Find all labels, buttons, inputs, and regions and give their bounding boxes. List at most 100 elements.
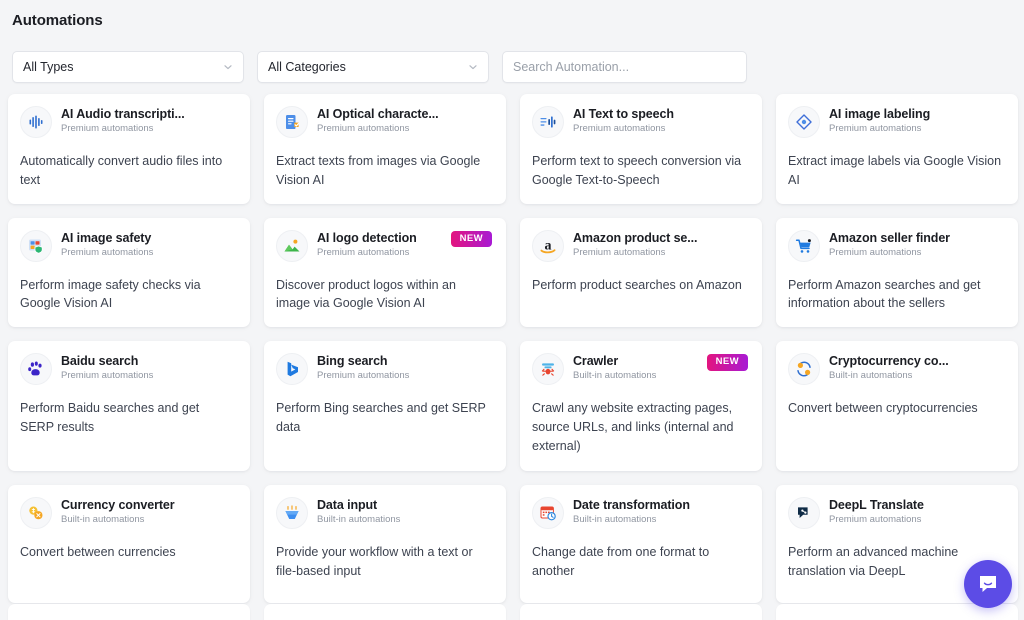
card-header-text: AI logo detection Premium automations	[317, 230, 442, 259]
calendar-clock-icon	[532, 497, 564, 529]
automation-card[interactable]: AI logo detection Premium automations NEW D…	[264, 217, 506, 327]
card-header-text: Date transformation Built-in automations	[573, 497, 748, 526]
card-header: Bing search Premium automations	[276, 353, 492, 385]
automation-card[interactable]: a Amazon product se... Premium automations…	[520, 217, 762, 327]
card-header-text: Baidu search Premium automations	[61, 353, 236, 382]
card-description: Perform Baidu searches and get SERP resu…	[20, 401, 200, 434]
crawler-spider-icon	[532, 353, 564, 385]
type-filter-label: All Types	[23, 59, 74, 74]
card-header-text: AI Audio transcripti... Premium automatio…	[61, 106, 236, 135]
intercom-chat-icon	[976, 572, 1000, 596]
automation-card[interactable]: Date transformation Built-in automations C…	[520, 485, 762, 603]
next-row-preview	[8, 604, 1018, 620]
card-title: AI logo detection	[317, 230, 417, 245]
automation-card[interactable]	[520, 604, 762, 620]
card-subtitle: Premium automations	[573, 246, 666, 258]
category-filter-label: All Categories	[268, 59, 346, 74]
card-title: Currency converter	[61, 498, 175, 512]
text-to-speech-icon	[532, 106, 564, 138]
card-description: Crawl any website extracting pages, sour…	[532, 401, 734, 453]
card-subtitle: Premium automations	[317, 246, 410, 258]
card-subtitle: Built-in automations	[573, 370, 657, 382]
automation-card[interactable]	[264, 604, 506, 620]
card-title: AI image labeling	[829, 107, 931, 121]
card-header-text: Currency converter Built-in automations	[61, 497, 236, 526]
card-header-text: AI image labeling Premium automations	[829, 106, 1004, 135]
automation-card[interactable]: Crawler Built-in automations NEW Crawl any …	[520, 341, 762, 471]
document-scan-icon	[276, 106, 308, 138]
chevron-down-icon	[467, 61, 479, 73]
search-box[interactable]	[502, 51, 747, 83]
card-subtitle: Premium automations	[61, 123, 154, 135]
automation-card[interactable]: Bing search Premium automations Perform Bi…	[264, 341, 506, 471]
card-title: Crawler	[573, 354, 619, 368]
card-description: Perform Amazon searches and get informat…	[788, 277, 981, 311]
card-description: Perform Bing searches and get SERP data	[276, 401, 486, 434]
card-description: Perform text to speech conversion via Go…	[532, 154, 742, 187]
search-input[interactable]	[513, 60, 736, 74]
automation-card[interactable]: Baidu search Premium automations Perform B…	[8, 341, 250, 471]
automation-card[interactable]: AI Optical characte... Premium automation…	[264, 94, 506, 204]
card-header: Currency converter Built-in automations	[20, 497, 236, 529]
baidu-paw-icon	[20, 353, 52, 385]
deepl-icon	[788, 497, 820, 529]
image-shield-icon	[20, 229, 52, 262]
card-header-text: Crawler Built-in automations	[573, 353, 698, 382]
card-title: Cryptocurrency co...	[829, 354, 949, 368]
card-header: Baidu search Premium automations	[20, 353, 236, 385]
card-subtitle: Built-in automations	[573, 514, 657, 526]
automation-card[interactable]: Amazon seller finder Premium automations P…	[776, 217, 1018, 327]
audio-waveform-icon	[20, 106, 52, 138]
card-header: DeepL Translate Premium automations	[788, 497, 1004, 529]
card-description: Extract texts from images via Google Vis…	[276, 154, 481, 187]
automations-grid: AI Audio transcripti... Premium automatio…	[8, 94, 1018, 603]
automation-card[interactable]: Currency converter Built-in automations Co…	[8, 485, 250, 603]
card-subtitle: Premium automations	[61, 370, 154, 382]
card-description: Convert between cryptocurrencies	[788, 401, 978, 415]
card-subtitle: Premium automations	[61, 246, 154, 258]
automation-card[interactable]: AI Text to speech Premium automations Perf…	[520, 94, 762, 204]
filter-bar: All Types All Categories	[12, 51, 1012, 83]
automation-card[interactable]: Data input Built-in automations Provide yo…	[264, 485, 506, 603]
card-title: Baidu search	[61, 354, 139, 368]
type-filter-select[interactable]: All Types	[12, 51, 244, 83]
chevron-down-icon	[222, 61, 234, 73]
card-header: Date transformation Built-in automations	[532, 497, 748, 529]
card-header-text: Amazon seller finder Premium automations	[829, 230, 1004, 259]
card-header: AI image safety Premium automations	[20, 229, 236, 262]
card-title: Bing search	[317, 354, 388, 368]
card-title: AI Audio transcripti...	[61, 107, 185, 121]
amazon-a-icon: a	[532, 229, 564, 262]
card-title: Amazon product se...	[573, 230, 698, 245]
card-header-text: Data input Built-in automations	[317, 497, 492, 526]
card-header: AI Text to speech Premium automations	[532, 106, 748, 138]
card-description: Automatically convert audio files into t…	[20, 154, 223, 187]
card-header: AI logo detection Premium automations NEW	[276, 229, 492, 262]
automation-card[interactable]: Cryptocurrency co... Built-in automations…	[776, 341, 1018, 471]
automation-card[interactable]: AI image labeling Premium automations Extr…	[776, 94, 1018, 204]
intercom-chat-launcher[interactable]	[964, 560, 1012, 608]
card-subtitle: Premium automations	[829, 514, 922, 526]
bing-b-icon	[276, 353, 308, 385]
card-description: Perform product searches on Amazon	[532, 277, 742, 292]
card-header: AI Audio transcripti... Premium automatio…	[20, 106, 236, 138]
card-header-text: Bing search Premium automations	[317, 353, 492, 382]
shopping-cart-icon	[788, 229, 820, 262]
card-subtitle: Built-in automations	[829, 370, 913, 382]
automation-card[interactable]: AI Audio transcripti... Premium automatio…	[8, 94, 250, 204]
card-title: Date transformation	[573, 498, 690, 512]
card-header-text: Cryptocurrency co... Built-in automations	[829, 353, 1004, 382]
card-description: Convert between currencies	[20, 545, 176, 559]
automation-card[interactable]	[8, 604, 250, 620]
card-header: Data input Built-in automations	[276, 497, 492, 529]
card-description: Perform image safety checks via Google V…	[20, 277, 201, 311]
card-title: AI image safety	[61, 230, 152, 245]
new-badge: NEW	[706, 354, 748, 371]
card-header: AI image labeling Premium automations	[788, 106, 1004, 138]
card-header-text: AI image safety Premium automations	[61, 230, 236, 259]
card-title: Data input	[317, 498, 378, 512]
card-title: Amazon seller finder	[829, 230, 950, 245]
automation-card[interactable]: AI image safety Premium automations Perfor…	[8, 217, 250, 327]
category-filter-select[interactable]: All Categories	[257, 51, 489, 83]
card-header-text: AI Optical characte... Premium automation…	[317, 106, 492, 135]
